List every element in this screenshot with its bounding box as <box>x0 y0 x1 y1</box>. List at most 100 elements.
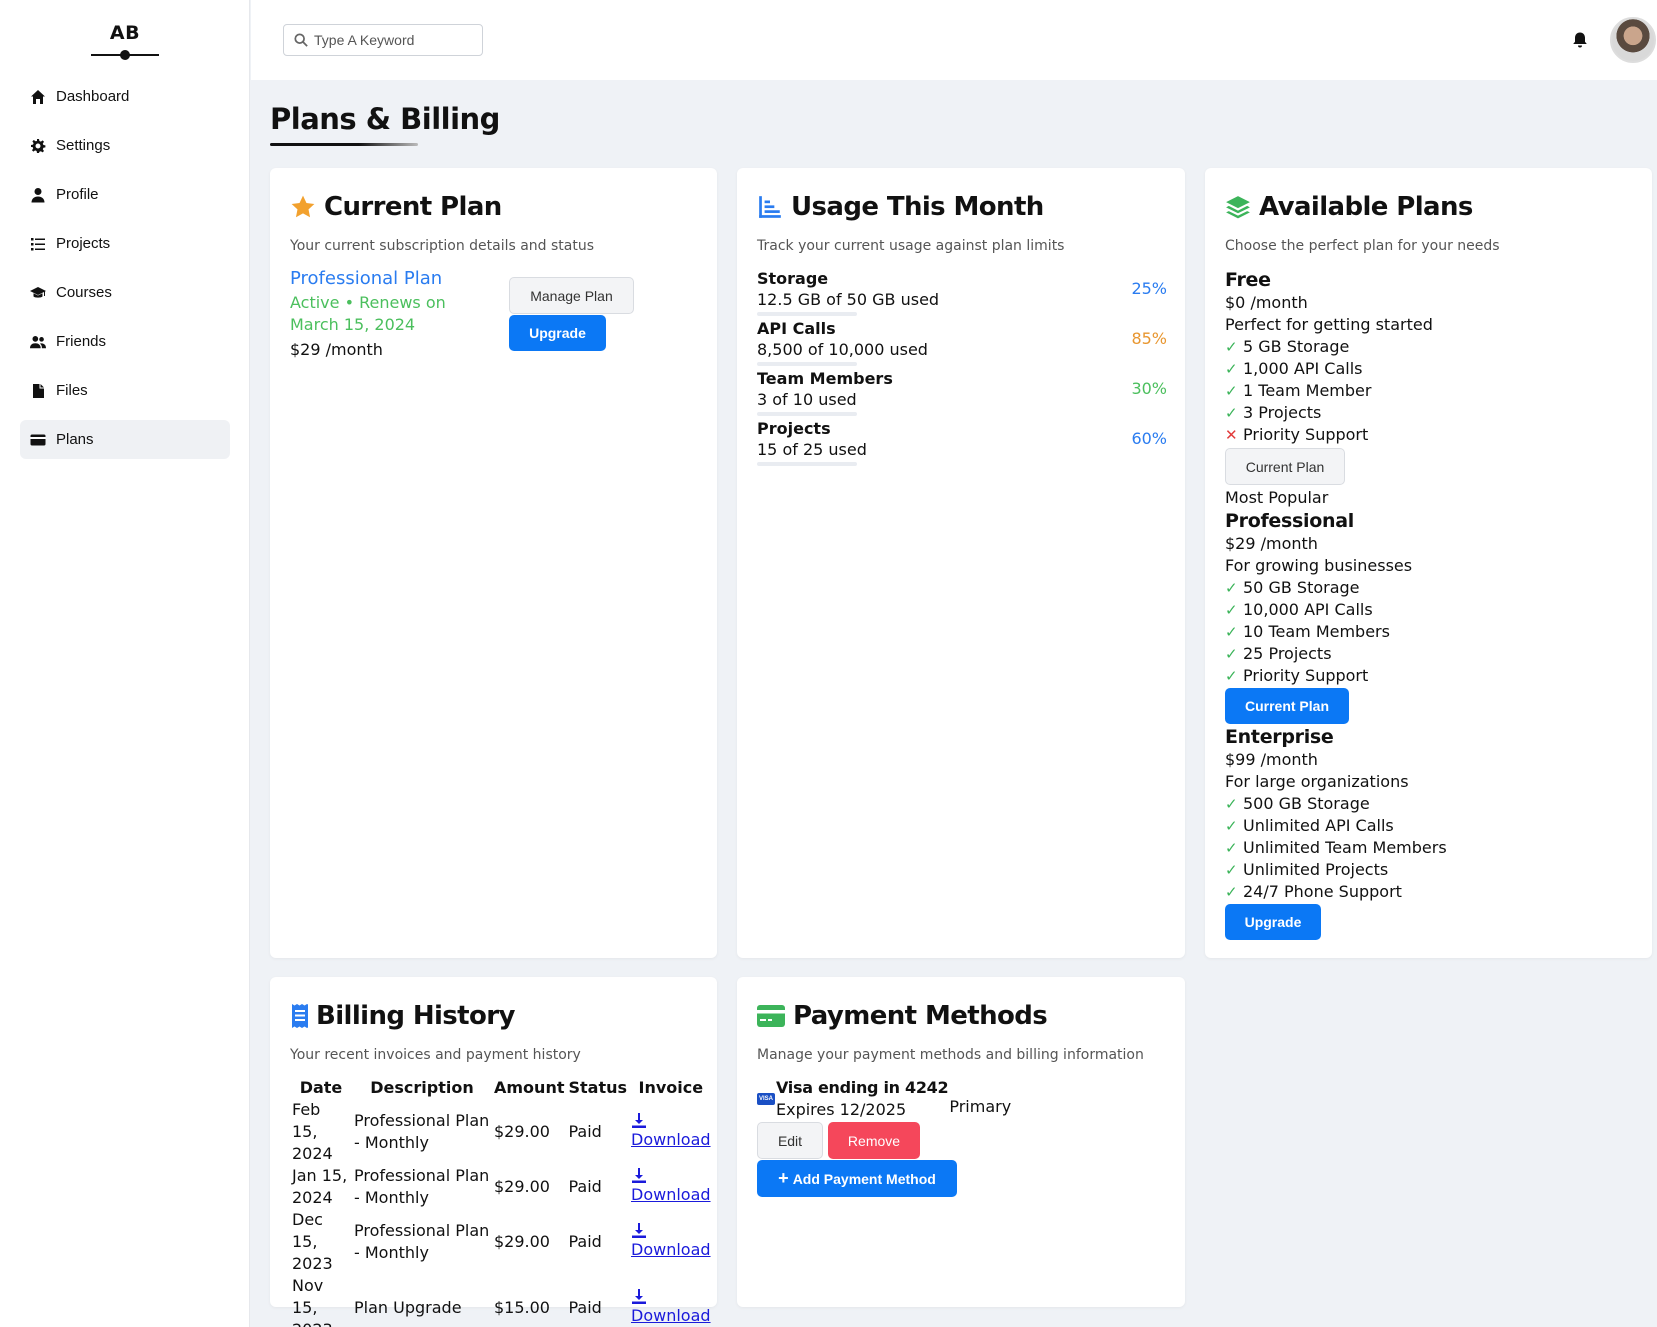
card-title: Available Plans <box>1225 192 1473 222</box>
billing-title: Billing History <box>316 1001 515 1031</box>
plan-price: $29 /month <box>1225 534 1318 553</box>
table-row: Jan 15, 2024 Professional Plan - Monthly… <box>290 1165 713 1209</box>
cell-amount: $29.00 <box>494 1177 550 1196</box>
user-icon <box>29 186 47 204</box>
feature-label: Unlimited API Calls <box>1243 816 1394 835</box>
star-icon <box>290 194 316 220</box>
sidebar-item-friends[interactable]: Friends <box>20 322 230 361</box>
sidebar-item-dashboard[interactable]: Dashboard <box>20 77 230 116</box>
usage-label: Team Members <box>757 369 893 388</box>
avatar[interactable] <box>1610 17 1656 63</box>
cell-status: Paid <box>568 1232 602 1251</box>
download-icon[interactable] <box>631 1289 647 1305</box>
plan-feature: ✓ 5 GB Storage <box>1225 336 1625 358</box>
gear-icon <box>29 137 47 155</box>
usage-label: Projects <box>757 419 831 438</box>
cell-invoice: Download <box>629 1099 713 1165</box>
manage-plan-button[interactable]: Manage Plan <box>509 277 634 314</box>
sidebar-item-files[interactable]: Files <box>20 371 230 410</box>
remove-button[interactable]: Remove <box>828 1122 920 1159</box>
plan-price: $29 /month <box>290 340 383 359</box>
search-input[interactable] <box>314 32 474 48</box>
plan-price: $99 /month <box>1225 750 1318 769</box>
usage-percent: 25% <box>1131 279 1167 298</box>
upgrade-button[interactable]: Upgrade <box>509 315 606 351</box>
download-icon[interactable] <box>631 1168 647 1184</box>
feature-label: 25 Projects <box>1243 644 1332 663</box>
payment-methods-card: Payment Methods Manage your payment meth… <box>737 977 1185 1307</box>
layers-icon <box>1225 194 1251 220</box>
download-icon[interactable] <box>631 1223 647 1239</box>
card-subtitle: Your recent invoices and payment history <box>290 1047 581 1063</box>
download-icon[interactable] <box>631 1113 647 1129</box>
download-link[interactable]: Download <box>631 1185 711 1204</box>
edit-button[interactable]: Edit <box>757 1122 823 1159</box>
search-box[interactable] <box>283 24 483 56</box>
sidebar-item-settings[interactable]: Settings <box>20 126 230 165</box>
sidebar-item-courses[interactable]: Courses <box>20 273 230 312</box>
logo[interactable]: AB <box>0 22 250 60</box>
usage-percent: 30% <box>1131 379 1167 398</box>
search-icon <box>294 33 308 47</box>
plan-name: Professional Plan <box>290 268 443 289</box>
professional-current-plan-button[interactable]: Current Plan <box>1225 688 1349 724</box>
feature-label: 24/7 Phone Support <box>1243 882 1402 901</box>
plan-feature: ✓ 500 GB Storage <box>1225 793 1625 815</box>
cell-description: Professional Plan - Monthly <box>354 1111 490 1152</box>
check-icon: ✓ <box>1225 839 1238 857</box>
download-link[interactable]: Download <box>631 1306 711 1325</box>
credit-card-icon <box>757 1003 785 1029</box>
title-underline <box>270 143 418 146</box>
feature-label: 500 GB Storage <box>1243 794 1370 813</box>
plan-status: Active • Renews on March 15, 2024 <box>290 293 446 334</box>
plan-name: Professional <box>1225 510 1354 532</box>
feature-label: Unlimited Projects <box>1243 860 1389 879</box>
download-link[interactable]: Download <box>631 1130 711 1149</box>
enterprise-upgrade-button[interactable]: Upgrade <box>1225 904 1321 940</box>
billing-history-card: Billing History Your recent invoices and… <box>270 977 717 1327</box>
usage-card: Usage This Month Track your current usag… <box>737 168 1185 958</box>
sidebar-item-projects[interactable]: Projects <box>20 224 230 263</box>
add-payment-method-button[interactable]: + Add Payment Method <box>757 1160 957 1197</box>
download-link[interactable]: Download <box>631 1240 711 1259</box>
receipt-icon <box>290 1003 310 1029</box>
sidebar-item-profile[interactable]: Profile <box>20 175 230 214</box>
plan-feature: ✓ 10,000 API Calls <box>1225 599 1625 621</box>
card-label: Visa ending in 4242 <box>776 1078 949 1097</box>
usage-row-api-calls: API Calls 8,500 of 10,000 used 85% <box>757 319 1167 366</box>
plan-feature: ✓ 10 Team Members <box>1225 621 1625 643</box>
check-icon: ✓ <box>1225 360 1238 378</box>
plan-feature: ✓ 25 Projects <box>1225 643 1625 665</box>
feature-label: Priority Support <box>1243 425 1369 444</box>
sidebar-item-label: Plans <box>56 431 94 448</box>
plan-description: Perfect for getting started <box>1225 315 1433 334</box>
cell-description: Plan Upgrade <box>354 1298 462 1317</box>
cell-status: Paid <box>568 1298 602 1317</box>
users-icon <box>29 333 47 351</box>
usage-track <box>757 312 857 316</box>
cell-description: Professional Plan - Monthly <box>354 1166 490 1207</box>
logo-text: AB <box>109 22 141 44</box>
column-header: Status <box>568 1078 628 1097</box>
add-payment-method-label: Add Payment Method <box>792 1170 936 1187</box>
free-current-plan-button[interactable]: Current Plan <box>1225 448 1345 485</box>
column-header: Amount <box>494 1078 565 1097</box>
plan-feature: ✓ Unlimited API Calls <box>1225 815 1625 837</box>
usage-row-projects: Projects 15 of 25 used 60% <box>757 419 1167 466</box>
plan-feature: ✓ Priority Support <box>1225 665 1625 687</box>
plan-feature: ✓ Unlimited Team Members <box>1225 837 1625 859</box>
feature-label: 50 GB Storage <box>1243 578 1360 597</box>
table-row: Nov 15, 2023 Plan Upgrade $15.00 Paid Do… <box>290 1275 713 1327</box>
file-icon <box>29 382 47 400</box>
bell-icon[interactable] <box>1569 29 1591 51</box>
usage-label: API Calls <box>757 319 836 338</box>
check-icon: ✓ <box>1225 601 1238 619</box>
sidebar-item-label: Projects <box>56 235 111 252</box>
card-title: Current Plan <box>290 192 502 222</box>
check-icon: ✓ <box>1225 861 1238 879</box>
usage-row-storage: Storage 12.5 GB of 50 GB used 25% <box>757 269 1167 316</box>
feature-label: Priority Support <box>1243 666 1369 685</box>
plan-price: $0 /month <box>1225 293 1308 312</box>
sidebar-item-plans[interactable]: Plans <box>20 420 230 459</box>
visa-icon: VISA <box>757 1093 775 1105</box>
